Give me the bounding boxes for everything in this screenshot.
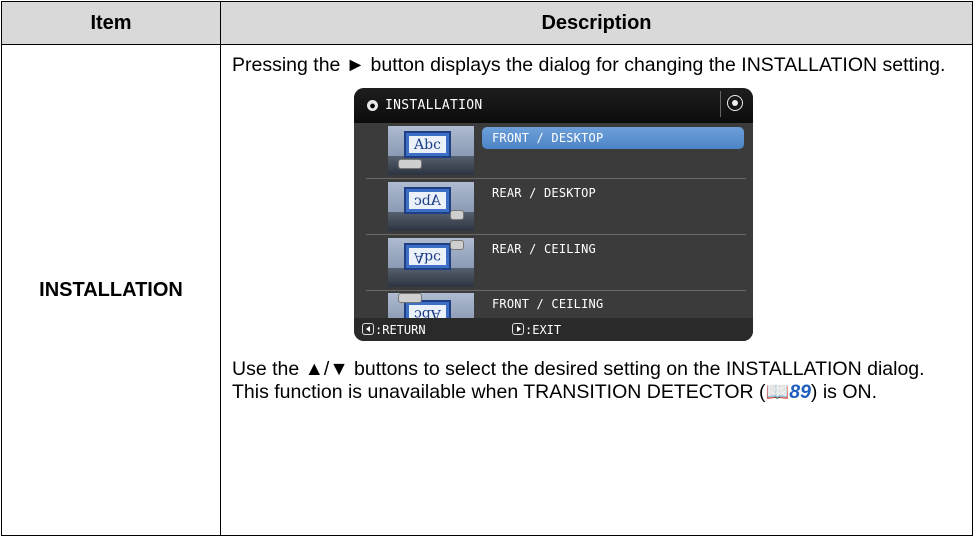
left-arrow-key-icon <box>362 323 374 335</box>
option-front-desktop[interactable]: Abc FRONT / DESKTOP <box>364 124 753 179</box>
description-note: This function is unavailable when TRANSI… <box>232 381 878 403</box>
option-label: FRONT / CEILING <box>492 297 604 311</box>
page-reference[interactable]: 89 <box>789 381 811 403</box>
installation-dialog: ● INSTALLATION Abc FRONT / DESKTOP Abc R… <box>354 88 753 341</box>
dialog-title-bar: ● INSTALLATION <box>354 88 753 123</box>
option-label: REAR / DESKTOP <box>492 186 596 200</box>
rear-ceiling-thumbnail: Abc <box>388 238 474 287</box>
book-icon: 📖 <box>765 382 790 403</box>
dialog-title: INSTALLATION <box>385 98 483 113</box>
dialog-footer: :RETURN :EXIT <box>354 318 753 341</box>
front-desktop-thumbnail: Abc <box>388 126 474 175</box>
description-cell: Pressing the ► button displays the dialo… <box>220 44 973 536</box>
navigation-icon <box>720 91 747 117</box>
option-rear-ceiling[interactable]: Abc REAR / CEILING <box>364 236 753 291</box>
option-label: REAR / CEILING <box>492 242 596 256</box>
menu-badge-icon: ● <box>367 100 378 111</box>
table-row: INSTALLATION Pressing the ► button displ… <box>1 44 973 536</box>
description-intro: Pressing the ► button displays the dialo… <box>232 54 946 76</box>
option-rear-desktop[interactable]: Abc REAR / DESKTOP <box>364 180 753 235</box>
header-item: Item <box>1 1 221 45</box>
rear-desktop-thumbnail: Abc <box>388 182 474 231</box>
exit-label: :EXIT <box>525 323 562 337</box>
return-label: :RETURN <box>375 323 426 337</box>
settings-table: Item Description INSTALLATION Pressing t… <box>1 1 973 536</box>
header-description: Description <box>220 1 973 45</box>
item-installation: INSTALLATION <box>1 44 221 536</box>
option-label: FRONT / DESKTOP <box>482 127 744 149</box>
right-arrow-key-icon <box>512 323 524 335</box>
description-select: Use the ▲/▼ buttons to select the desire… <box>232 358 925 380</box>
table-header-row: Item Description <box>1 1 973 45</box>
